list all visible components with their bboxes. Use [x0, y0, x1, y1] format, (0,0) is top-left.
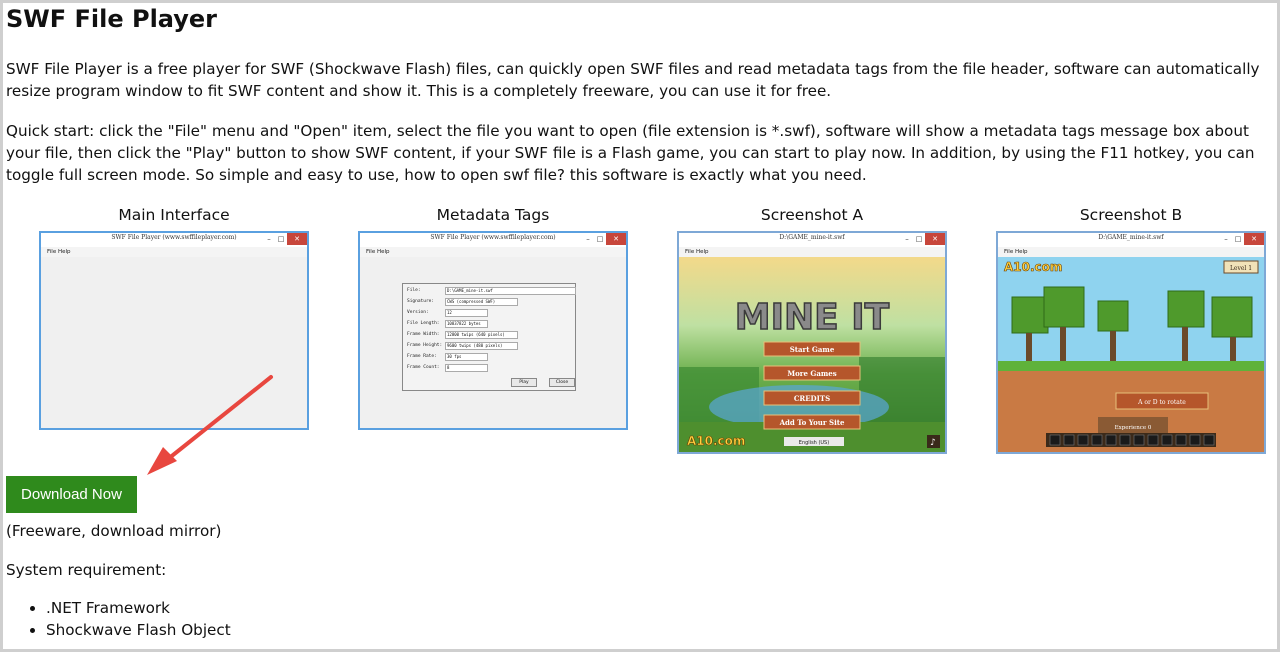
metadata-dialog: File: D:\GAME_mine-it.swf Signature: CWS… — [402, 283, 576, 391]
svg-text:Start Game: Start Game — [790, 345, 835, 354]
list-item: .NET Framework — [46, 597, 231, 619]
svg-text:CREDITS: CREDITS — [794, 394, 830, 403]
svg-text:Experience 0: Experience 0 — [1115, 425, 1152, 431]
screenshot-caption: Screenshot B — [1079, 206, 1183, 224]
page-frame: SWF File Player SWF File Player is a fre… — [0, 0, 1280, 652]
svg-text:English (US): English (US) — [799, 440, 829, 446]
screenshot-image[interactable]: D:\GAME_mine-it.swf – □ ✕ File Help — [996, 231, 1266, 454]
download-note: (Freeware, download mirror) — [6, 522, 222, 540]
screenshot-image[interactable]: D:\GAME_mine-it.swf – □ ✕ File Help — [677, 231, 947, 454]
window-menu: File Help — [41, 247, 307, 257]
svg-text:A10.com: A10.com — [1004, 260, 1062, 274]
svg-text:A or D to rotate: A or D to rotate — [1137, 399, 1186, 406]
quickstart-paragraph: Quick start: click the "File" menu and "… — [6, 122, 1255, 184]
screenshot-caption: Main Interface — [118, 206, 230, 224]
game-screen: MINE IT Start Game More Games CREDITS Ad… — [679, 257, 945, 452]
list-item: Shockwave Flash Object — [46, 619, 231, 641]
arrow-icon — [147, 375, 273, 475]
requirements-label: System requirement: — [6, 561, 167, 579]
svg-text:Level 1: Level 1 — [1230, 265, 1252, 272]
svg-text:More Games: More Games — [787, 369, 836, 378]
svg-text:A10.com: A10.com — [687, 434, 745, 448]
svg-text:MINE IT: MINE IT — [735, 297, 890, 338]
screenshot-b: Screenshot B D:\GAME_mine-it.swf – □ ✕ Fil… — [991, 205, 1271, 454]
download-now-button[interactable]: Download Now — [6, 476, 137, 513]
intro-paragraph: SWF File Player is a free player for SWF… — [6, 60, 1260, 100]
svg-text:Add To Your Site: Add To Your Site — [779, 418, 845, 427]
page-title: SWF File Player — [6, 5, 218, 33]
screenshot-caption: Screenshot A — [760, 206, 864, 224]
screenshot-caption: Metadata Tags — [436, 206, 550, 224]
screenshot-a: Screenshot A D:\GAME_mine-it.swf – □ ✕ Fil… — [672, 205, 952, 454]
window-menu: File Help — [360, 247, 626, 257]
requirements-list: .NET Framework Shockwave Flash Object — [6, 597, 231, 641]
game-screen: A or D to rotate Experience 0 A10.com Le… — [998, 257, 1264, 452]
screenshot-metadata-tags: Metadata Tags SWF File Player (www.swffi… — [353, 205, 633, 430]
window-menu: File Help — [998, 247, 1264, 257]
svg-text:♪: ♪ — [930, 438, 936, 448]
screenshot-image[interactable]: SWF File Player (www.swffileplayer.com) … — [358, 231, 628, 430]
window-menu: File Help — [679, 247, 945, 257]
